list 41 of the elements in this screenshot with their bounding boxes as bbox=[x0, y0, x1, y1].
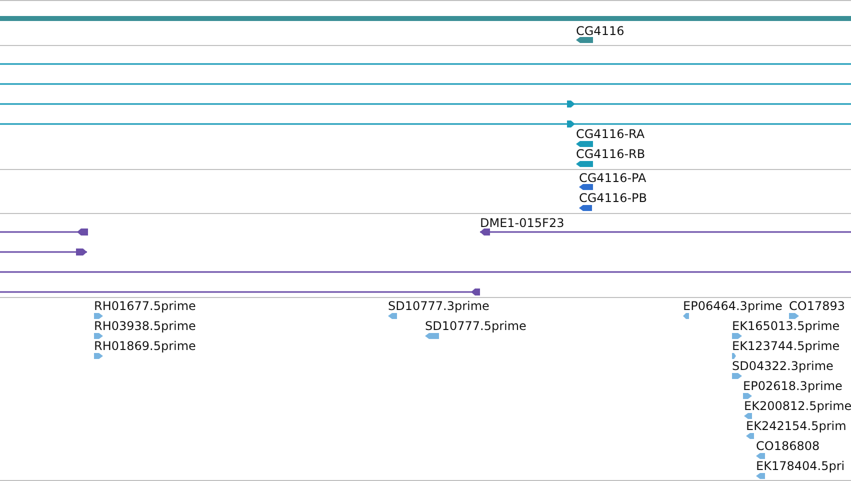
feature-glyph[interactable] bbox=[756, 453, 765, 459]
feature-glyph[interactable] bbox=[579, 205, 592, 211]
feature-label: CO17893 bbox=[789, 299, 845, 313]
feature-label: EK242154.5prim bbox=[746, 419, 846, 433]
feature-glyph[interactable] bbox=[732, 333, 742, 339]
feature-label: RH01869.5prime bbox=[94, 339, 196, 353]
feature-glyph[interactable] bbox=[576, 141, 593, 147]
feature-glyph[interactable] bbox=[732, 353, 736, 359]
feature-label: DME1-015F23 bbox=[480, 216, 564, 230]
feature-glyph[interactable] bbox=[425, 333, 439, 339]
feature-glyph[interactable] bbox=[789, 313, 799, 319]
feature-glyph[interactable] bbox=[388, 313, 397, 319]
feature-label: CG4116-PA bbox=[579, 171, 646, 185]
feature-glyph[interactable] bbox=[94, 353, 103, 359]
feature-glyph[interactable] bbox=[744, 413, 752, 419]
feature-label: SD10777.3prime bbox=[388, 299, 490, 313]
feature-glyph[interactable] bbox=[94, 333, 103, 339]
feature-label: EK200812.5prime bbox=[744, 399, 851, 413]
feature-glyph[interactable] bbox=[579, 184, 593, 190]
feature-glyph[interactable] bbox=[746, 433, 754, 439]
feature-label: EK123744.5prime bbox=[732, 339, 840, 353]
feature-glyph[interactable] bbox=[94, 313, 103, 319]
feature-glyph[interactable] bbox=[732, 373, 742, 379]
feature-label: CG4116-RB bbox=[576, 147, 646, 161]
feature-label: SD04322.3prime bbox=[732, 359, 834, 373]
feature-label: RH03938.5prime bbox=[94, 319, 196, 333]
feature-label: CO186808 bbox=[756, 439, 820, 453]
feature-glyph[interactable] bbox=[683, 313, 689, 319]
feature-label: RH01677.5prime bbox=[94, 299, 196, 313]
feature-label: EK165013.5prime bbox=[732, 319, 840, 333]
feature-glyph[interactable] bbox=[743, 393, 752, 399]
feature-label: CG4116-RA bbox=[576, 127, 645, 141]
feature-glyph[interactable] bbox=[576, 37, 593, 43]
feature-label: EP02618.3prime bbox=[743, 379, 842, 393]
feature-glyph[interactable] bbox=[576, 161, 593, 167]
feature-glyph[interactable] bbox=[756, 473, 765, 479]
feature-label: CG4116 bbox=[576, 24, 624, 38]
feature-label: SD10777.5prime bbox=[425, 319, 526, 333]
feature-label: EK178404.5pri bbox=[756, 459, 845, 473]
feature-label: CG4116-PB bbox=[579, 191, 648, 205]
feature-label: EP06464.3prime bbox=[683, 299, 782, 313]
